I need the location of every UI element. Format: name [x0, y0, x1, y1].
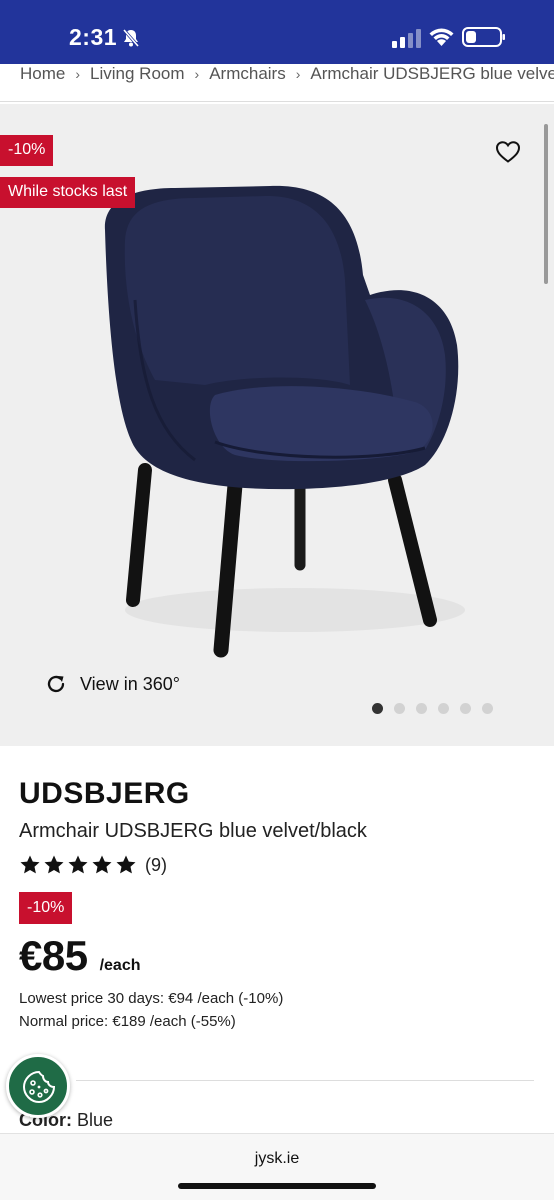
status-time: 2:31 [69, 24, 118, 50]
review-count: (9) [145, 854, 167, 875]
pagination-dot[interactable] [372, 703, 383, 714]
discount-badge: -10% [0, 135, 54, 166]
signal-icon [392, 29, 421, 48]
gallery-pagination [372, 703, 493, 714]
home-indicator[interactable] [178, 1183, 376, 1189]
wifi-icon [429, 28, 454, 46]
battery-icon [462, 27, 505, 47]
lowest-price-note: Lowest price 30 days: €94 /each (-10%) [19, 990, 284, 1007]
star-icon [92, 855, 112, 874]
star-icon [116, 855, 136, 874]
product-brand: UDSBJERG [19, 777, 190, 810]
price-amount: €85 [19, 932, 88, 979]
bell-muted-icon [122, 29, 140, 47]
cookie-settings-button[interactable] [6, 1054, 70, 1118]
product-rating[interactable]: (9) [19, 854, 167, 876]
product-name: Armchair UDSBJERG blue velvet/black [19, 820, 367, 842]
normal-price-note: Normal price: €189 /each (-55%) [19, 1013, 236, 1030]
star-icon [44, 855, 64, 874]
rating-stars [19, 854, 137, 876]
divider [0, 101, 554, 102]
pagination-dot[interactable] [394, 703, 405, 714]
breadcrumb-armchairs[interactable]: Armchairs [209, 64, 286, 84]
chevron-right-icon: › [75, 66, 81, 82]
cookie-icon [22, 1070, 56, 1104]
heart-icon[interactable] [495, 140, 521, 164]
star-icon [68, 855, 88, 874]
star-icon [20, 855, 40, 874]
browser-address-bar[interactable]: jysk.ie [0, 1133, 554, 1200]
breadcrumb-living-room[interactable]: Living Room [90, 64, 185, 84]
product-image[interactable] [95, 180, 475, 660]
pagination-dot[interactable] [416, 703, 427, 714]
divider [76, 1080, 534, 1081]
chevron-right-icon: › [295, 66, 301, 82]
breadcrumb: Home › Living Room › Armchairs › Armchai… [0, 64, 554, 101]
chevron-right-icon: › [194, 66, 200, 82]
rotate-icon [47, 675, 65, 693]
pagination-dot[interactable] [482, 703, 493, 714]
pagination-dot[interactable] [438, 703, 449, 714]
page-scrollbar[interactable] [544, 124, 548, 284]
color-value: Blue [77, 1110, 114, 1130]
price-block: €85 /each [19, 932, 141, 980]
stock-badge: While stocks last [0, 177, 136, 208]
breadcrumb-home[interactable]: Home [20, 64, 65, 84]
price-discount-badge: -10% [19, 892, 73, 924]
pagination-dot[interactable] [460, 703, 471, 714]
price-unit: /each [99, 957, 141, 974]
browser-domain: jysk.ie [254, 1150, 300, 1167]
view-360-button[interactable]: View in 360° [44, 672, 180, 696]
view-360-label: View in 360° [80, 673, 180, 694]
breadcrumb-current[interactable]: Armchair UDSBJERG blue velvet [310, 64, 554, 84]
